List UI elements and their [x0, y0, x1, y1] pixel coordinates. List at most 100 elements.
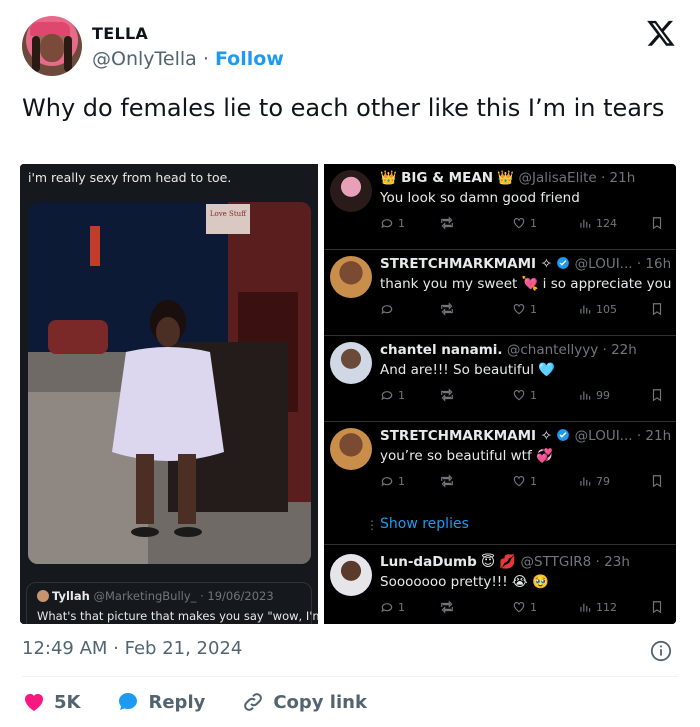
- reply-count-value: 1: [398, 600, 405, 614]
- reply-count: 1: [380, 388, 405, 402]
- thread-dots-icon: ⋮: [366, 518, 378, 532]
- reply-meta: @LOUI... · 16h: [574, 256, 672, 272]
- bookmark-icon: [652, 475, 662, 488]
- copy-link-label: Copy link: [273, 691, 367, 713]
- like-count: 1: [512, 474, 537, 488]
- reply-header: 👑 BIG & MEAN 👑 @JalisaElite · 21h: [380, 170, 635, 186]
- retweet-count: [440, 388, 458, 402]
- reply-count-value: 1: [398, 388, 405, 402]
- retweet-count: [440, 216, 458, 230]
- reply-meta: @STTGIR8 · 23h: [520, 554, 630, 570]
- verified-icon: [557, 429, 570, 441]
- reply-name: chantel nanami.: [380, 342, 503, 358]
- reply-text: Sooooooo pretty!!! 😭 🥹: [380, 574, 549, 590]
- verified-icon: [557, 257, 570, 269]
- left-screenshot: i'm really sexy from head to toe. Love S…: [20, 164, 324, 624]
- quoted-tweet[interactable]: Tyllah @MarketingBully_ · 19/06/2023 Wha…: [26, 582, 324, 624]
- retweet-count: [440, 600, 458, 614]
- reply-item: 👑 BIG & MEAN 👑 @JalisaElite · 21h You lo…: [324, 164, 676, 250]
- reply-text: You look so damn good friend: [380, 190, 580, 206]
- views-icon: [580, 603, 591, 612]
- photo: Love Stuff: [28, 202, 311, 564]
- reply-avatar: [330, 554, 372, 596]
- quote-header: Tyllah @MarketingBully_ · 19/06/2023: [37, 589, 274, 603]
- retweet-count: [440, 474, 458, 488]
- retweet-icon: [441, 216, 453, 230]
- quote-text: What's that picture that makes you say "…: [37, 609, 324, 623]
- retweet-icon: [441, 302, 453, 316]
- like-count: 5K: [54, 691, 81, 713]
- reply-name: STRETCHMARKMAMI ✧: [380, 428, 553, 444]
- reply-meta: @chantellyyy · 22h: [506, 342, 637, 358]
- avatar-hair: [64, 36, 72, 72]
- like-count-value: 1: [530, 474, 537, 488]
- author-handle-row: @OnlyTella · Follow: [92, 48, 284, 70]
- follow-button[interactable]: Follow: [215, 48, 284, 70]
- reply-avatar: [330, 342, 372, 384]
- reply-name: Lun-daDumb: [380, 554, 477, 570]
- reply-actions: 1 1 124: [380, 216, 670, 232]
- reply-count-value: 1: [398, 216, 405, 230]
- x-logo-icon[interactable]: [646, 18, 676, 48]
- view-count: 124: [578, 216, 617, 230]
- copy-link-button[interactable]: Copy link: [241, 690, 367, 714]
- info-icon[interactable]: [650, 640, 672, 662]
- author-name[interactable]: TELLA: [92, 24, 148, 43]
- bookmark-icon: [652, 601, 662, 614]
- comment-icon: [381, 603, 393, 613]
- reply-meta: @JalisaElite · 21h: [518, 170, 636, 186]
- crown-icon: 👑: [497, 170, 515, 186]
- like-button[interactable]: 5K: [22, 690, 80, 714]
- reply-item: STRETCHMARKMAMI ✧ @LOUI... · 21h you’re …: [324, 422, 676, 508]
- avatar-face: [40, 34, 64, 62]
- link-icon: [244, 693, 263, 711]
- tweet-timestamp[interactable]: 12:49 AM · Feb 21, 2024: [22, 638, 242, 659]
- comment-icon: [381, 477, 393, 487]
- reply-count: [380, 302, 398, 316]
- comment-icon: [381, 391, 393, 401]
- like-count-value: 1: [530, 302, 537, 316]
- retweet-icon: [441, 474, 453, 488]
- views-icon: [580, 219, 591, 228]
- view-count: 105: [578, 302, 617, 316]
- view-count-value: 124: [596, 216, 617, 230]
- quote-name: Tyllah: [52, 589, 90, 603]
- bookmark-icon: [652, 389, 662, 402]
- like-count: 1: [512, 388, 537, 402]
- like-count-value: 1: [530, 216, 537, 230]
- reply-count: 1: [380, 474, 405, 488]
- separator: ·: [202, 48, 209, 70]
- show-replies-link[interactable]: Show replies: [380, 516, 469, 532]
- author-handle[interactable]: @OnlyTella: [92, 48, 197, 70]
- left-caption: i'm really sexy from head to toe.: [28, 170, 232, 185]
- reply-name: STRETCHMARKMAMI ✧: [380, 256, 553, 272]
- quote-meta: @MarketingBully_ · 19/06/2023: [93, 589, 274, 603]
- sign-text: Love Stuff: [210, 210, 247, 218]
- like-count-value: 1: [530, 388, 537, 402]
- photo-scene: Love Stuff: [28, 202, 311, 564]
- view-count: 99: [578, 388, 610, 402]
- avatar-hair: [32, 36, 40, 72]
- reply-count-value: 1: [398, 474, 405, 488]
- reply-count: 1: [380, 600, 405, 614]
- view-count-value: 105: [596, 302, 617, 316]
- view-count: 79: [578, 474, 610, 488]
- reply-header: chantel nanami. @chantellyyy · 22h: [380, 342, 637, 358]
- reply-button[interactable]: Reply: [116, 690, 205, 714]
- reply-header: STRETCHMARKMAMI ✧ @LOUI... · 21h: [380, 428, 671, 444]
- heart-icon: [513, 602, 525, 613]
- tweet-media[interactable]: i'm really sexy from head to toe. Love S…: [20, 164, 676, 624]
- reply-actions: 1 1 112: [380, 600, 670, 616]
- bookmark-icon: [652, 217, 662, 230]
- replies-screenshot: 👑 BIG & MEAN 👑 @JalisaElite · 21h You lo…: [324, 164, 676, 624]
- retweet-count: [440, 302, 458, 316]
- reply-item: STRETCHMARKMAMI ✧ @LOUI... · 16h thank y…: [324, 250, 676, 336]
- reply-avatar: [330, 256, 372, 298]
- bookmark-icon: [652, 303, 662, 316]
- like-count-value: 1: [530, 600, 537, 614]
- reply-text: And are!!! So beautiful 🩵: [380, 362, 556, 378]
- reply-item: chantel nanami. @chantellyyy · 22h And a…: [324, 336, 676, 422]
- author-avatar[interactable]: [22, 16, 82, 76]
- reply-header: STRETCHMARKMAMI ✧ @LOUI... · 16h: [380, 256, 671, 272]
- reply-avatar: [330, 170, 372, 212]
